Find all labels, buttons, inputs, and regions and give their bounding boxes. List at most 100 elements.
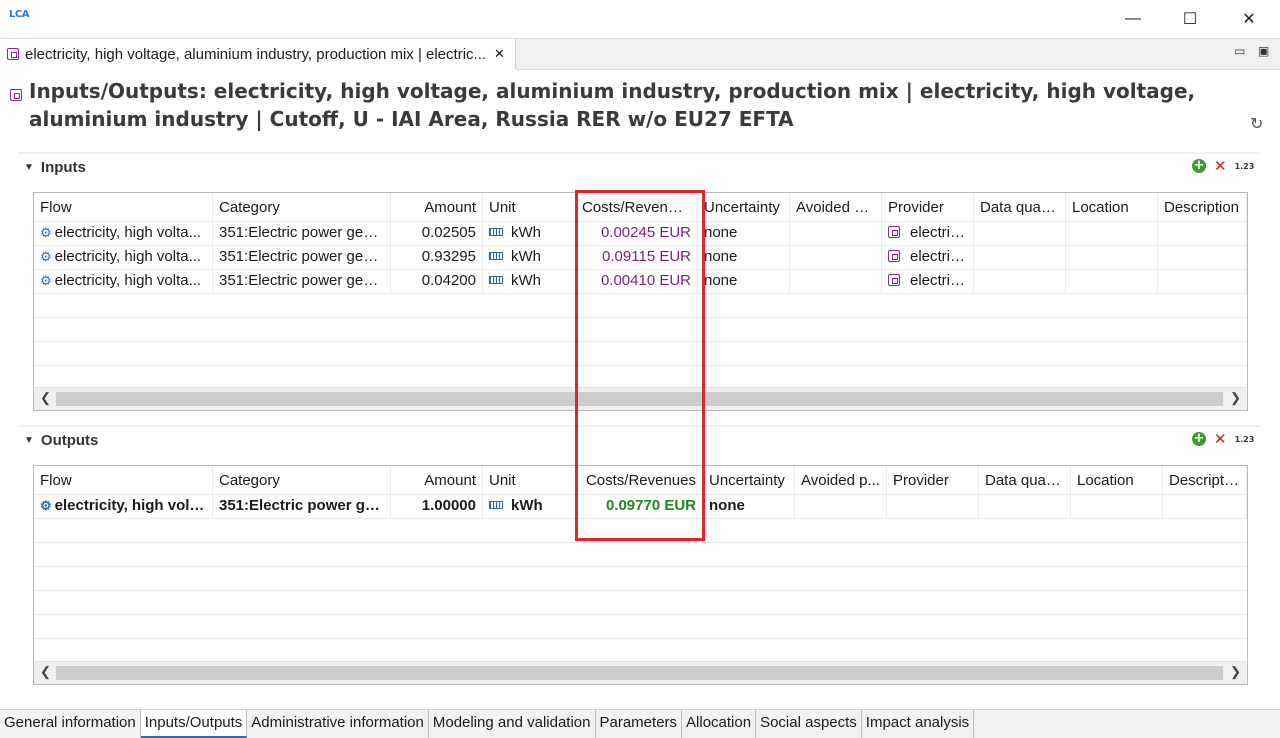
column-header[interactable]: Data quali...: [979, 466, 1071, 494]
avoided-cell[interactable]: [790, 245, 882, 269]
amount-cell[interactable]: 0.93295: [391, 245, 483, 269]
horizontal-scrollbar[interactable]: ❮ ❯: [34, 661, 1247, 684]
column-header[interactable]: Description: [1163, 466, 1247, 494]
amount-cell[interactable]: 0.04200: [391, 269, 483, 293]
inputs-section-header[interactable]: ▼ Inputs: [18, 152, 1260, 180]
provider-cell[interactable]: electric...: [910, 272, 970, 289]
unit-cell[interactable]: kWh: [511, 224, 541, 241]
avoided-cell[interactable]: [795, 494, 887, 518]
number-format-icon[interactable]: 1.23: [1235, 162, 1255, 171]
tab-social-aspects[interactable]: Social aspects: [756, 710, 862, 738]
editor-tab[interactable]: electricity, high voltage, aluminium ind…: [0, 39, 516, 69]
column-header[interactable]: Amount: [391, 466, 483, 494]
description-cell[interactable]: [1158, 245, 1247, 269]
inputs-actions: + ✕ 1.23: [1192, 157, 1254, 175]
tab-administrative-information[interactable]: Administrative information: [247, 710, 429, 738]
scroll-thumb[interactable]: [56, 666, 1223, 680]
add-icon[interactable]: +: [1192, 159, 1206, 173]
column-header[interactable]: Category: [213, 466, 391, 494]
provider-cell[interactable]: [887, 494, 979, 518]
unit-cell[interactable]: kWh: [511, 272, 541, 289]
column-header[interactable]: Uncertainty: [703, 466, 795, 494]
flow-gear-icon: ⚙: [40, 273, 52, 288]
scroll-left-icon[interactable]: ❮: [40, 664, 51, 680]
tab-inputs-outputs[interactable]: Inputs/Outputs: [140, 710, 248, 738]
description-cell[interactable]: [1163, 494, 1247, 518]
column-header[interactable]: Unit: [483, 193, 576, 221]
column-header[interactable]: Provider: [887, 466, 979, 494]
data-quality-cell[interactable]: [974, 245, 1066, 269]
uncertainty-cell[interactable]: none: [698, 245, 790, 269]
location-cell[interactable]: [1071, 494, 1163, 518]
column-header[interactable]: Provider: [882, 193, 974, 221]
minimize-view-icon[interactable]: ▭: [1234, 44, 1245, 58]
description-cell[interactable]: [1158, 221, 1247, 245]
remove-icon[interactable]: ✕: [1214, 430, 1227, 448]
close-window-button[interactable]: ✕: [1220, 4, 1278, 34]
column-header[interactable]: Uncertainty: [698, 193, 790, 221]
location-cell[interactable]: [1066, 269, 1158, 293]
column-header[interactable]: Data quali...: [974, 193, 1066, 221]
column-header[interactable]: Flow: [34, 466, 213, 494]
column-header[interactable]: Description: [1158, 193, 1247, 221]
amount-cell[interactable]: 0.02505: [391, 221, 483, 245]
column-header[interactable]: Avoided w...: [790, 193, 882, 221]
unit-ruler-icon: [489, 501, 503, 510]
tab-general-information[interactable]: General information: [0, 710, 141, 738]
refresh-icon[interactable]: ↻: [1250, 114, 1263, 134]
empty-row: [34, 542, 1247, 567]
flow-gear-icon: ⚙: [40, 498, 52, 513]
provider-cell[interactable]: electric...: [910, 248, 970, 265]
tab-modeling-and-validation[interactable]: Modeling and validation: [429, 710, 596, 738]
close-tab-icon[interactable]: ✕: [494, 46, 505, 62]
scroll-right-icon[interactable]: ❯: [1230, 664, 1241, 680]
process-icon: [888, 250, 900, 262]
unit-cell[interactable]: kWh: [511, 248, 541, 265]
tab-allocation[interactable]: Allocation: [682, 710, 757, 738]
collapse-chevron-icon[interactable]: ▼: [24, 435, 34, 446]
scroll-right-icon[interactable]: ❯: [1230, 390, 1241, 406]
maximize-view-icon[interactable]: ▣: [1258, 44, 1269, 58]
app-logo-icon: LCA: [9, 9, 29, 20]
maximize-button[interactable]: ☐: [1161, 4, 1219, 34]
data-quality-cell[interactable]: [974, 221, 1066, 245]
data-quality-cell[interactable]: [974, 269, 1066, 293]
unit-ruler-icon: [489, 228, 503, 237]
column-header[interactable]: Location: [1071, 466, 1163, 494]
minimize-button[interactable]: —: [1104, 4, 1162, 34]
description-cell[interactable]: [1158, 269, 1247, 293]
location-cell[interactable]: [1066, 245, 1158, 269]
outputs-section-title: Outputs: [40, 431, 99, 449]
column-header[interactable]: Unit: [483, 466, 576, 494]
inputs-section-title: Inputs: [40, 158, 86, 176]
process-icon: [888, 274, 900, 286]
number-format-icon[interactable]: 1.23: [1235, 435, 1255, 444]
scroll-left-icon[interactable]: ❮: [40, 390, 51, 406]
column-header[interactable]: Amount: [391, 193, 483, 221]
column-header[interactable]: Location: [1066, 193, 1158, 221]
category-cell: 351:Electric power ge...: [213, 494, 391, 518]
add-icon[interactable]: +: [1192, 432, 1206, 446]
location-cell[interactable]: [1066, 221, 1158, 245]
unit-cell[interactable]: kWh: [511, 497, 543, 514]
tab-impact-analysis[interactable]: Impact analysis: [862, 710, 975, 738]
avoided-cell[interactable]: [790, 269, 882, 293]
column-header[interactable]: Category: [213, 193, 391, 221]
editor-tab-label: electricity, high voltage, aluminium ind…: [25, 45, 487, 63]
uncertainty-cell[interactable]: none: [703, 494, 795, 518]
flow-cell: electricity, high volta...: [54, 272, 202, 289]
tab-parameters[interactable]: Parameters: [596, 710, 683, 738]
provider-cell[interactable]: electric...: [910, 224, 970, 241]
process-icon: [7, 48, 19, 60]
amount-cell[interactable]: 1.00000: [391, 494, 483, 518]
uncertainty-cell[interactable]: none: [698, 269, 790, 293]
data-quality-cell[interactable]: [979, 494, 1071, 518]
uncertainty-cell[interactable]: none: [698, 221, 790, 245]
avoided-cell[interactable]: [790, 221, 882, 245]
remove-icon[interactable]: ✕: [1214, 157, 1227, 175]
column-header[interactable]: Flow: [34, 193, 213, 221]
empty-row: [34, 614, 1247, 639]
column-header[interactable]: Avoided p...: [795, 466, 887, 494]
collapse-chevron-icon[interactable]: ▼: [24, 162, 34, 173]
flow-gear-icon: ⚙: [40, 249, 52, 264]
